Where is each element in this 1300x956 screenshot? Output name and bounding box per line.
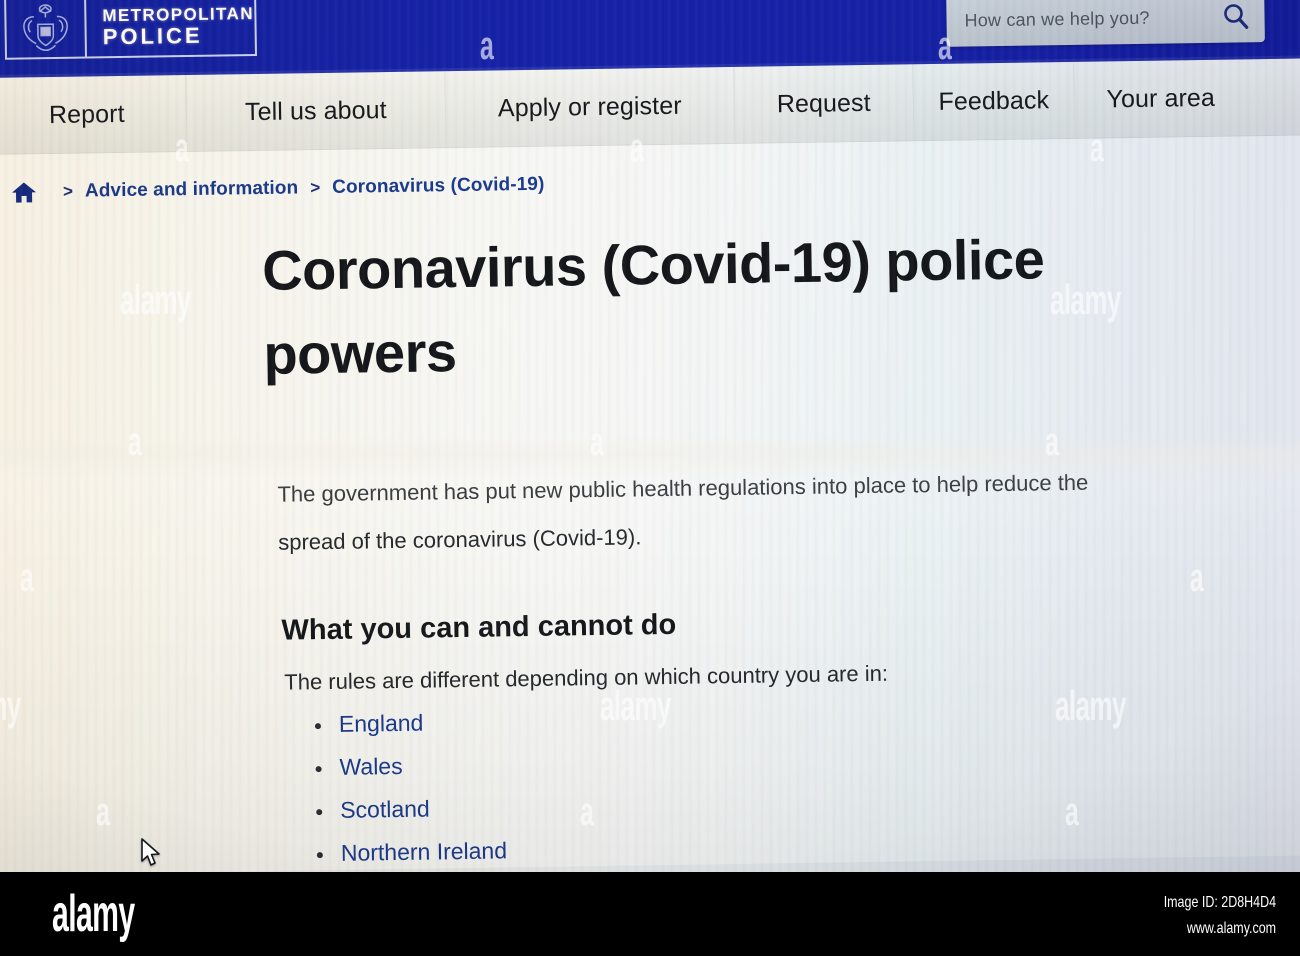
site-search[interactable]	[946, 0, 1265, 47]
alamy-meta: Image ID: 2D8H4D4 www.alamy.com	[1132, 890, 1276, 942]
country-link-northern-ireland[interactable]: Northern Ireland	[341, 837, 508, 865]
alamy-watermark-bar: alamy Image ID: 2D8H4D4 www.alamy.com	[0, 872, 1300, 956]
metropolitan-police-logo[interactable]: METROPOLITAN POLICE	[4, 0, 258, 60]
list-item: England	[339, 698, 1177, 737]
breadcrumb-separator-2: >	[310, 178, 321, 198]
monitor-screen: METROPOLITAN POLICE Report Tell us about…	[0, 0, 1300, 872]
breadcrumb-item-advice-and-information[interactable]: Advice and information	[85, 177, 299, 202]
alamy-website-label: www.alamy.com	[1186, 920, 1276, 937]
search-icon	[1224, 4, 1249, 29]
country-link-list: England Wales Scotland Northern Ireland	[293, 698, 1179, 867]
logo-line-2: POLICE	[102, 22, 203, 49]
breadcrumb-separator-1: >	[62, 181, 74, 201]
page-content: > Advice and information > Coronavirus (…	[0, 135, 1300, 872]
article: Coronavirus (Covid-19) police powers The…	[0, 213, 1300, 872]
nav-item-feedback[interactable]: Feedback	[913, 61, 1076, 141]
page-title: Coronavirus (Covid-19) police powers	[261, 227, 1045, 386]
list-item: Wales	[339, 741, 1177, 780]
nav-item-apply-or-register[interactable]: Apply or register	[445, 66, 736, 148]
breadcrumb-item-coronavirus[interactable]: Coronavirus (Covid-19)	[332, 174, 545, 199]
website-viewport: METROPOLITAN POLICE Report Tell us about…	[0, 0, 1300, 872]
logo-wordmark: METROPOLITAN POLICE	[86, 4, 255, 49]
search-input[interactable]	[946, 5, 1207, 33]
nav-item-your-area[interactable]: Your area	[1074, 59, 1247, 138]
logo-line-1: METROPOLITAN	[102, 3, 255, 25]
nav-item-tell-us-about[interactable]: Tell us about	[186, 71, 447, 152]
intro-paragraph: The government has put new public health…	[277, 469, 1089, 555]
alamy-logo: alamy	[52, 885, 135, 943]
country-link-scotland[interactable]: Scotland	[340, 796, 430, 823]
section-heading-what-you-can-and-cannot-do: What you can and cannot do	[281, 608, 677, 647]
crest-cell	[6, 0, 87, 58]
list-item: Scotland	[340, 784, 1178, 823]
coat-of-arms-crest-icon	[23, 4, 68, 52]
country-link-wales[interactable]: Wales	[339, 753, 402, 780]
nav-item-request[interactable]: Request	[734, 64, 915, 143]
list-item: Northern Ireland	[341, 827, 1179, 866]
image-id-label: Image ID: 2D8H4D4	[1163, 894, 1276, 911]
section-intro-text: The rules are different depending on whi…	[284, 660, 889, 695]
search-submit-button[interactable]	[1206, 0, 1265, 43]
nav-item-report[interactable]: Report	[0, 75, 188, 154]
home-icon[interactable]	[11, 180, 37, 204]
country-link-england[interactable]: England	[339, 710, 424, 737]
